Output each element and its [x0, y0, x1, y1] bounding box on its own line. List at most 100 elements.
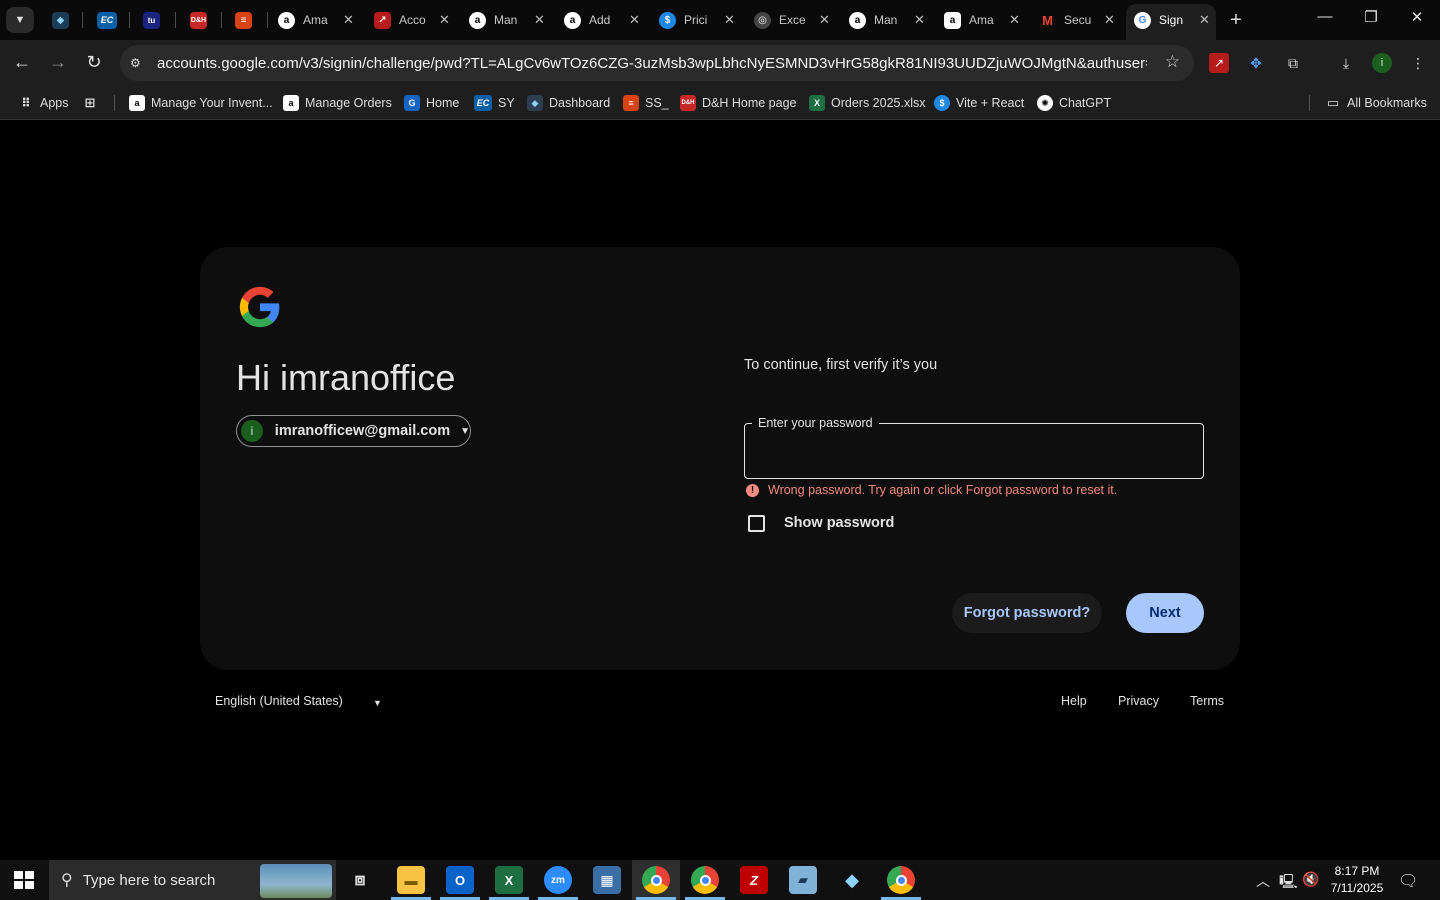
home-site-icon: G [404, 95, 420, 111]
tab-4[interactable]: ≡ [235, 4, 252, 36]
excel-icon[interactable]: X [495, 866, 523, 894]
zoom-icon[interactable]: zm [544, 866, 572, 894]
url-text[interactable]: accounts.google.com/v3/signin/challenge/… [157, 55, 1147, 72]
show-password-checkbox[interactable] [748, 515, 765, 532]
terms-link[interactable]: Terms [1190, 694, 1224, 708]
start-pane [14, 871, 23, 879]
password-field-container[interactable] [744, 423, 1204, 479]
download-icon[interactable]: ⤓ [1336, 53, 1356, 73]
privacy-link[interactable]: Privacy [1118, 694, 1159, 708]
tab-3[interactable]: D&H [190, 4, 207, 36]
restore-button[interactable]: ❐ [1356, 8, 1386, 26]
chrome-profile-icon[interactable] [691, 866, 719, 894]
close-icon[interactable]: ✕ [1104, 12, 1115, 28]
close-icon[interactable]: ✕ [629, 12, 640, 28]
amazon-icon: a [278, 11, 295, 29]
reload-button[interactable]: ↻ [83, 52, 105, 73]
next-button[interactable]: Next [1126, 593, 1204, 633]
back-button[interactable]: ← [11, 52, 33, 73]
close-icon[interactable]: ✕ [914, 12, 925, 28]
close-icon[interactable]: ✕ [724, 12, 735, 28]
windows-start-icon[interactable] [14, 871, 34, 889]
taskbar-search[interactable]: ⚲ Type here to search [49, 860, 336, 900]
chrome-icon[interactable] [642, 866, 670, 894]
outlook-icon[interactable]: O [446, 866, 474, 894]
chrome-alt-icon[interactable] [887, 866, 915, 894]
forward-button[interactable]: → [47, 52, 69, 73]
tab-7[interactable]: a Man ✕ [469, 4, 551, 36]
tab-13[interactable]: M Secu ✕ [1039, 4, 1121, 36]
tab-10[interactable]: ◎ Exce ✕ [754, 4, 836, 36]
tab-5[interactable]: a Ama ✕ [278, 4, 360, 36]
notepad-icon[interactable]: ▰ [789, 866, 817, 894]
profile-avatar-icon[interactable]: i [1372, 53, 1392, 73]
gmail-icon: M [1042, 12, 1053, 28]
kebab-menu-icon[interactable]: ⋮ [1408, 53, 1428, 73]
bookmark-vite-react[interactable]: $ Vite + React [934, 93, 1024, 113]
close-icon[interactable]: ✕ [439, 12, 450, 28]
plus-icon: + [1230, 9, 1242, 31]
password-input[interactable] [746, 425, 1202, 477]
new-tab-button[interactable]: + [1226, 9, 1246, 32]
tab-1[interactable]: EC [97, 4, 117, 36]
site-info-icon[interactable]: ⚙ [130, 56, 148, 70]
bookmark-chatgpt[interactable]: ✺ ChatGPT [1037, 93, 1111, 113]
clock-date[interactable]: 7/11/2025 [1326, 881, 1388, 895]
forgot-password-button[interactable]: Forgot password? [952, 593, 1102, 633]
bookmark-orders-xlsx[interactable]: X Orders 2025.xlsx [809, 93, 925, 113]
close-window-button[interactable]: ✕ [1402, 8, 1432, 26]
puzzle-blue-extension-icon[interactable]: ✥ [1246, 53, 1266, 73]
close-icon[interactable]: ✕ [1009, 12, 1020, 28]
tab-search-button[interactable]: ▼ [6, 7, 34, 33]
volume-muted-icon[interactable]: 🔇 [1302, 871, 1319, 888]
tab-6[interactable]: ↗ Acco ✕ [374, 4, 456, 36]
reload-icon: ↻ [86, 52, 102, 72]
notification-icon[interactable]: 🗨 [1398, 871, 1418, 891]
bookmark-sy[interactable]: EC SY [474, 93, 515, 113]
bookmark-dh-home[interactable]: D&H D&H Home page [680, 93, 797, 113]
bookmark-apps[interactable]: ⠿ Apps [18, 93, 68, 113]
network-icon[interactable]: 🖳 [1279, 871, 1298, 895]
file-explorer-icon[interactable]: ▬ [397, 866, 425, 894]
all-bookmarks-button[interactable]: ▭ All Bookmarks [1325, 93, 1427, 113]
task-view-icon[interactable]: ⧈ [346, 866, 374, 894]
bookmark-manage-orders[interactable]: a Manage Orders [283, 93, 392, 113]
show-password-label[interactable]: Show password [784, 515, 894, 531]
error-message: Wrong password. Try again or click Forgo… [768, 483, 1118, 497]
tab-8[interactable]: a Add ✕ [564, 4, 646, 36]
close-icon[interactable]: ✕ [534, 12, 545, 28]
apps-grid-icon: ⠿ [21, 96, 31, 110]
minimize-button[interactable]: — [1310, 8, 1340, 25]
tab-12[interactable]: a Ama ✕ [944, 4, 1026, 36]
bookmark-manage-inventory[interactable]: a Manage Your Invent... [129, 93, 273, 113]
bookmark-ss[interactable]: ≡ SS_ [623, 93, 669, 113]
tally-icon: tu [143, 11, 160, 29]
tab-separator [221, 12, 222, 28]
language-selector[interactable]: English (United States) [215, 694, 343, 708]
close-icon[interactable]: ✕ [819, 12, 830, 28]
help-link[interactable]: Help [1061, 694, 1087, 708]
tab-2[interactable]: tu [143, 4, 160, 36]
folder-icon: ▭ [1326, 95, 1340, 110]
account-chooser-chip[interactable]: i imranofficew@gmail.com ▼ [236, 415, 471, 447]
chevron-up-icon[interactable]: ︿ [1256, 871, 1270, 891]
tab-11[interactable]: a Man ✕ [849, 4, 931, 36]
close-icon[interactable]: ✕ [343, 12, 354, 28]
filezilla-icon[interactable]: Z [740, 866, 768, 894]
tab-9[interactable]: $ Prici ✕ [659, 4, 741, 36]
diamond-app-icon[interactable]: ◆ [838, 866, 866, 894]
tab-groups-button[interactable]: ⊞ [82, 93, 104, 113]
tab-0[interactable]: ◆ [52, 4, 69, 36]
bookmark-home[interactable]: G Home [404, 93, 459, 113]
acrobat-extension-icon[interactable]: ↗ [1209, 53, 1229, 73]
tab-14-active[interactable]: G Sign ✕ [1134, 4, 1216, 36]
bookmark-dashboard[interactable]: ◆ Dashboard [527, 93, 610, 113]
calculator-icon[interactable]: ▦ [593, 866, 621, 894]
star-icon[interactable]: ☆ [1165, 52, 1180, 72]
bookmarks-bar: ⠿ Apps ⊞ a Manage Your Invent... a Manag… [0, 86, 1440, 120]
ec-icon: EC [97, 11, 117, 29]
close-icon[interactable]: ✕ [1199, 12, 1210, 28]
address-bar[interactable]: ⚙ accounts.google.com/v3/signin/challeng… [120, 45, 1194, 81]
extensions-icon[interactable]: ⧉ [1283, 53, 1303, 73]
clock-time[interactable]: 8:17 PM [1332, 864, 1382, 878]
